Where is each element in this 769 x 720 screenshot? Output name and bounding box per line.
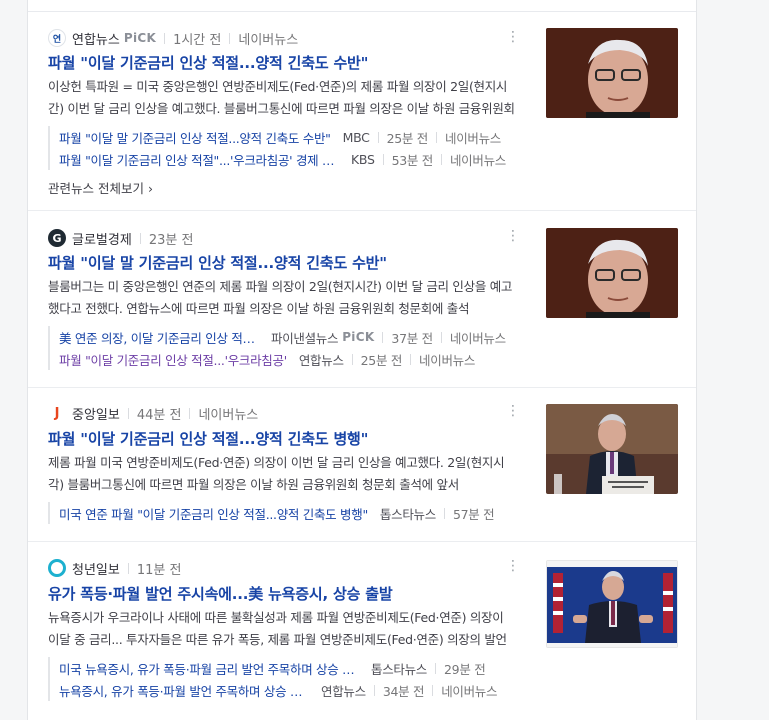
timestamp: 44분 전	[136, 407, 182, 423]
news-article: J 중앙일보 44분 전 네이버뉴스 ⋮ 파월 "이달 기준금리 인상 적절..…	[28, 388, 696, 542]
source-row: 연 연합뉴스 PiCK 1시간 전 네이버뉴스	[48, 28, 298, 48]
related-title[interactable]: 미국 연준 파월 "이달 기준금리 인상 적절...양적 긴축도 병행"	[59, 504, 368, 523]
naver-news-link[interactable]: 네이버뉴스	[238, 29, 298, 48]
article-title[interactable]: 유가 폭등·파월 발언 주시속에...美 뉴욕증시, 상승 출발	[48, 583, 528, 604]
related-title[interactable]: 美 연준 의장, 이달 기준금리 인상 적절...	[59, 328, 259, 347]
news-article: 청년일보 11분 전 ⋮ 유가 폭등·파월 발언 주시속에...美 뉴욕증시, …	[28, 542, 696, 720]
source-name[interactable]: 청년일보	[72, 559, 120, 578]
article-thumbnail[interactable]	[546, 28, 678, 118]
source-row: J 중앙일보 44분 전 네이버뉴스	[48, 403, 258, 423]
more-options-icon[interactable]: ⋮	[506, 403, 520, 419]
related-time: 57분 전	[452, 506, 495, 522]
related-source[interactable]: 파이낸셜뉴스	[271, 328, 339, 347]
list-item: 뉴욕증시, 유가 폭등·파월 발언 주목하며 상승 출발 연합뉴스 34분 전 …	[59, 679, 518, 701]
pick-badge: PiCK	[123, 31, 157, 45]
list-item: 美 연준 의장, 이달 기준금리 인상 적절... 파이낸셜뉴스 PiCK 37…	[59, 326, 518, 348]
list-item: 파월 "이달 말 기준금리 인상 적절...양적 긴축도 수반" MBC 25분…	[59, 126, 518, 148]
news-article: 연 연합뉴스 PiCK 1시간 전 네이버뉴스 ⋮ 파월 "이달 기준금리 인상…	[28, 12, 696, 211]
related-source[interactable]: 연합뉴스	[321, 681, 366, 700]
source-name[interactable]: 중앙일보	[72, 404, 120, 423]
article-snippet[interactable]: 뉴욕증시가 우크라이나 사태에 따른 불확실성과 제롬 파월 연방준비제도(Fe…	[48, 607, 518, 651]
related-title[interactable]: 미국 뉴욕증시, 유가 폭등·파월 금리 발언 주목하며 상승 출발	[59, 659, 359, 678]
list-item: 미국 뉴욕증시, 유가 폭등·파월 금리 발언 주목하며 상승 출발 톱스타뉴스…	[59, 657, 518, 679]
article-snippet[interactable]: 블룸버그는 미 중앙은행인 연준의 제롬 파월 의장이 2일(현지시간) 이번 …	[48, 276, 518, 320]
more-options-icon[interactable]: ⋮	[506, 29, 520, 45]
related-news-list: 美 연준 의장, 이달 기준금리 인상 적절... 파이낸셜뉴스 PiCK 37…	[48, 326, 518, 370]
naver-news-link[interactable]: 네이버뉴스	[441, 681, 497, 700]
timestamp: 1시간 전	[173, 32, 222, 48]
article-title[interactable]: 파월 "이달 말 기준금리 인상 적절...양적 긴축도 수반"	[48, 252, 528, 273]
related-time: 25분 전	[360, 352, 403, 368]
related-time: 29분 전	[444, 661, 486, 677]
related-news-list: 미국 연준 파월 "이달 기준금리 인상 적절...양적 긴축도 병행" 톱스타…	[48, 502, 518, 524]
list-item: 미국 연준 파월 "이달 기준금리 인상 적절...양적 긴축도 병행" 톱스타…	[59, 502, 518, 524]
source-name[interactable]: 연합뉴스	[72, 29, 120, 48]
related-time: 37분 전	[391, 330, 433, 346]
news-panel: 연 연합뉴스 PiCK 1시간 전 네이버뉴스 ⋮ 파월 "이달 기준금리 인상…	[27, 0, 697, 720]
list-item: 파월 "이달 기준금리 인상 적절...'우크라침공' 연합뉴스 25분 전 네…	[59, 348, 518, 370]
related-news-list: 미국 뉴욕증시, 유가 폭등·파월 금리 발언 주목하며 상승 출발 톱스타뉴스…	[48, 657, 518, 701]
related-title[interactable]: 뉴욕증시, 유가 폭등·파월 발언 주목하며 상승 출발	[59, 681, 309, 700]
related-source[interactable]: KBS	[351, 152, 375, 167]
related-source[interactable]: MBC	[343, 130, 370, 145]
article-thumbnail[interactable]	[546, 560, 678, 648]
global-economy-logo-icon: G	[48, 229, 66, 247]
more-options-icon[interactable]: ⋮	[506, 558, 520, 574]
related-time: 34분 전	[382, 683, 425, 699]
naver-news-link[interactable]: 네이버뉴스	[419, 350, 475, 369]
article-thumbnail[interactable]	[546, 228, 678, 318]
see-all-related-link[interactable]: 관련뉴스 전체보기 ›	[48, 178, 153, 197]
related-time: 53분 전	[391, 152, 434, 168]
related-title[interactable]: 파월 "이달 기준금리 인상 적절"...'우크라침공' 경제 영향	[59, 150, 339, 169]
joongang-logo-icon: J	[48, 404, 66, 422]
source-name[interactable]: 글로벌경제	[72, 229, 132, 248]
timestamp: 23분 전	[148, 232, 194, 248]
article-title[interactable]: 파월 "이달 기준금리 인상 적절...양적 긴축도 수반"	[48, 52, 528, 73]
source-row: 청년일보 11분 전	[48, 558, 181, 578]
naver-news-link[interactable]: 네이버뉴스	[450, 150, 506, 169]
article-thumbnail[interactable]	[546, 404, 678, 494]
timestamp: 11분 전	[136, 562, 182, 578]
related-news-list: 파월 "이달 말 기준금리 인상 적절...양적 긴축도 수반" MBC 25분…	[48, 126, 518, 170]
yonhap-logo-icon: 연	[48, 29, 66, 47]
more-options-icon[interactable]: ⋮	[506, 228, 520, 244]
related-source[interactable]: 톱스타뉴스	[380, 504, 436, 523]
article-snippet[interactable]: 이상헌 특파원 = 미국 중앙은행인 연방준비제도(Fed·연준)의 제롬 파월…	[48, 76, 518, 120]
naver-news-link[interactable]: 네이버뉴스	[450, 328, 506, 347]
pick-badge: PiCK	[342, 330, 375, 344]
related-title[interactable]: 파월 "이달 기준금리 인상 적절...'우크라침공'	[59, 350, 287, 369]
related-title[interactable]: 파월 "이달 말 기준금리 인상 적절...양적 긴축도 수반"	[59, 128, 331, 147]
naver-news-link[interactable]: 네이버뉴스	[198, 404, 258, 423]
news-article: G 글로벌경제 23분 전 ⋮ 파월 "이달 말 기준금리 인상 적절...양적…	[28, 211, 696, 388]
list-item: 파월 "이달 기준금리 인상 적절"...'우크라침공' 경제 영향 KBS 5…	[59, 148, 518, 170]
youth-daily-logo-icon	[48, 559, 66, 577]
article-snippet[interactable]: 제롬 파월 미국 연방준비제도(Fed·연준) 의장이 이번 달 금리 인상을 …	[48, 452, 518, 496]
article-title[interactable]: 파월 "이달 기준금리 인상 적절...양적 긴축도 병행"	[48, 428, 528, 449]
related-source[interactable]: 연합뉴스	[299, 350, 344, 369]
source-row: G 글로벌경제 23분 전	[48, 228, 193, 248]
related-source[interactable]: 톱스타뉴스	[371, 659, 427, 678]
naver-news-link[interactable]: 네이버뉴스	[445, 128, 501, 147]
related-time: 25분 전	[386, 130, 429, 146]
